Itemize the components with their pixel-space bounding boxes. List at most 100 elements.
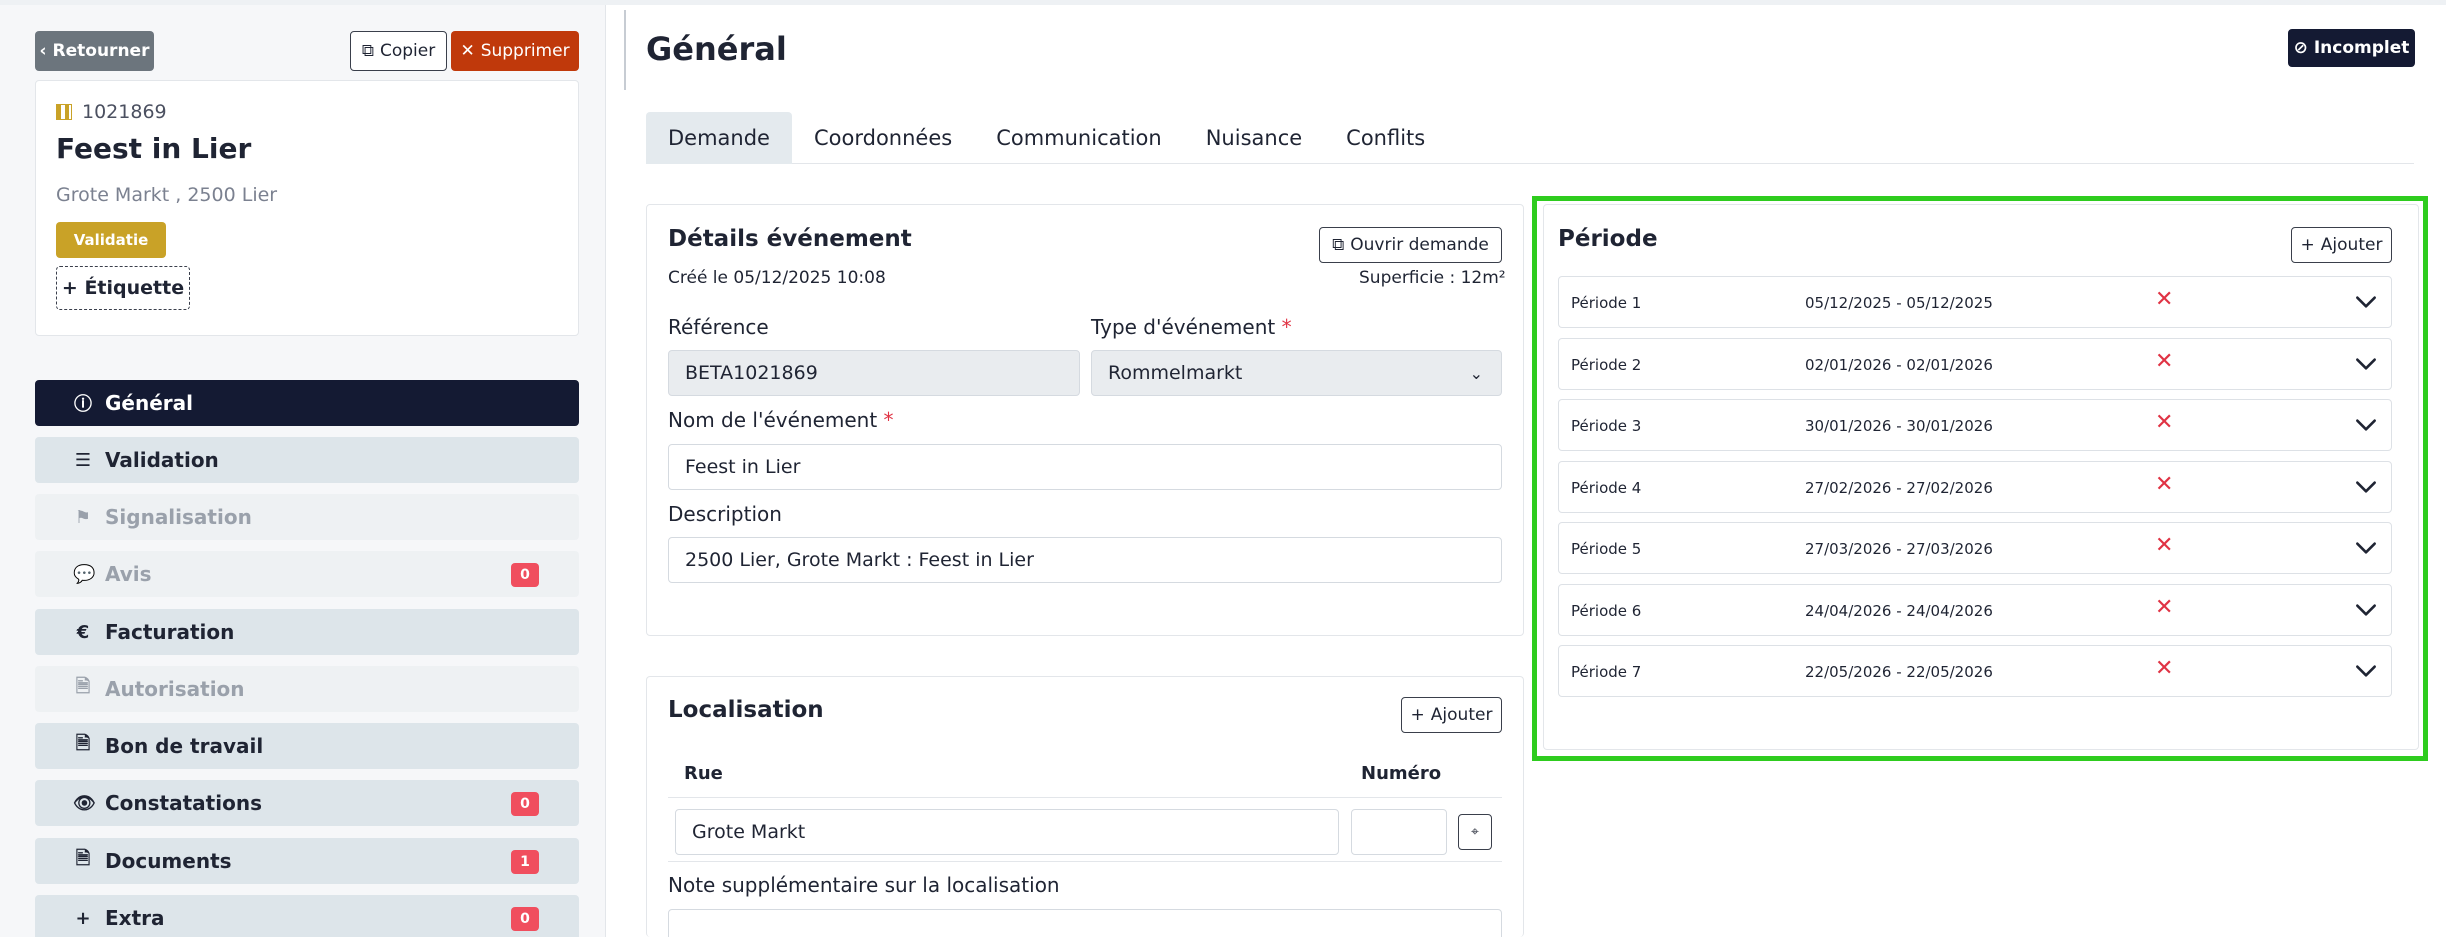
chevron-down-icon[interactable] [2353, 351, 2379, 377]
period-dates: 27/02/2026 - 27/02/2026 [1805, 479, 1993, 497]
tab-conflits[interactable]: Conflits [1324, 112, 1447, 164]
period-row[interactable]: Période 2 02/01/2026 - 02/01/2026 ✕ [1558, 338, 2392, 390]
nav-item-3[interactable]: 💬 Avis 0 [35, 551, 579, 597]
delete-icon[interactable]: ✕ [2155, 533, 2173, 558]
copy-button[interactable]: ⧉ Copier [350, 31, 447, 71]
nav-item-4[interactable]: € Facturation [35, 609, 579, 655]
period-row[interactable]: Période 6 24/04/2026 - 24/04/2026 ✕ [1558, 584, 2392, 636]
chevron-down-icon[interactable] [2353, 289, 2379, 315]
period-name: Période 6 [1571, 602, 1642, 620]
event-type-select[interactable]: Rommelmarkt ⌄ [1091, 350, 1502, 396]
delete-button[interactable]: ✕ Supprimer [451, 31, 579, 71]
period-row[interactable]: Période 7 22/05/2026 - 22/05/2026 ✕ [1558, 645, 2392, 697]
location-note-field[interactable] [668, 909, 1502, 937]
required-mark: * [1281, 315, 1292, 339]
event-address: Grote Markt , 2500 Lier [56, 184, 278, 206]
nav-item-6[interactable]: 🗎 Bon de travail [35, 723, 579, 769]
period-dates: 05/12/2025 - 05/12/2025 [1805, 294, 1993, 312]
nav-item-9[interactable]: + Extra 0 [35, 895, 579, 937]
nav-item-7[interactable]: 👁 Constatations 0 [35, 780, 579, 826]
info-icon: ⓘ [74, 394, 92, 415]
reference-field: BETA1021869 [668, 350, 1080, 396]
nav-item-label: Autorisation [105, 677, 245, 701]
chevron-down-icon[interactable] [2353, 658, 2379, 684]
period-row[interactable]: Période 1 05/12/2025 - 05/12/2025 ✕ [1558, 276, 2392, 328]
period-name: Période 1 [1571, 294, 1642, 312]
locate-icon[interactable]: ⌖ [1458, 814, 1492, 850]
created-date: Créé le 05/12/2025 10:08 [668, 268, 886, 288]
delete-icon[interactable]: ✕ [2155, 595, 2173, 620]
period-name: Période 4 [1571, 479, 1642, 497]
table-divider [668, 797, 1502, 798]
add-period-button[interactable]: + Ajouter [2291, 227, 2392, 263]
header-divider [624, 10, 626, 90]
chevron-down-icon[interactable] [2353, 597, 2379, 623]
status-indicator-label: Incomplet [2313, 38, 2410, 58]
nav-item-2[interactable]: ⚑ Signalisation [35, 494, 579, 540]
nav-item-label: Avis [105, 562, 152, 586]
period-row[interactable]: Période 4 27/02/2026 - 27/02/2026 ✕ [1558, 461, 2392, 513]
plus-icon: + [1410, 705, 1425, 725]
event-summary-card: 1021869 Feest in Lier Grote Markt , 2500… [35, 80, 579, 336]
period-title: Période [1558, 226, 1658, 252]
chevron-down-icon[interactable] [2353, 474, 2379, 500]
delete-icon[interactable]: ✕ [2155, 472, 2173, 497]
tab-communication[interactable]: Communication [974, 112, 1184, 164]
delete-icon[interactable]: ✕ [2155, 656, 2173, 681]
nav-item-label: Extra [105, 906, 165, 930]
location-note-label: Note supplémentaire sur la localisation [668, 873, 1060, 897]
delete-icon[interactable]: ✕ [2155, 287, 2173, 312]
period-name: Période 7 [1571, 663, 1642, 681]
document-icon: 🗎 [75, 848, 91, 869]
reference-label: Référence [668, 315, 769, 339]
signpost-icon: ⚑ [74, 506, 92, 528]
area-text: Superficie : 12m² [1359, 268, 1506, 288]
chevron-down-icon[interactable] [2353, 535, 2379, 561]
open-request-button[interactable]: ⧉ Ouvrir demande [1319, 227, 1502, 263]
tab-nuisance[interactable]: Nuisance [1184, 112, 1324, 164]
nav-item-5[interactable]: 🗎 Autorisation [35, 666, 579, 712]
event-name-label-text: Nom de l'événement [668, 408, 878, 432]
tab-demande[interactable]: Demande [646, 112, 792, 164]
tab-coordonnees[interactable]: Coordonnées [792, 112, 974, 164]
back-button[interactable]: ‹ Retourner [35, 31, 154, 71]
file-check-icon: 🗎 [75, 676, 91, 697]
chevron-left-icon: ‹ [39, 41, 47, 61]
delete-icon[interactable]: ✕ [2155, 410, 2173, 435]
event-type-label: Type d'événement * [1091, 315, 1292, 339]
eye-icon: 👁 [73, 792, 96, 814]
nav-item-label: Bon de travail [105, 734, 264, 758]
period-dates: 27/03/2026 - 27/03/2026 [1805, 540, 1993, 558]
ban-icon: ⊘ [2293, 38, 2308, 58]
delete-icon[interactable]: ✕ [2155, 349, 2173, 374]
required-mark: * [883, 408, 894, 432]
nav-item-label: Général [105, 391, 193, 415]
description-field[interactable]: 2500 Lier, Grote Markt : Feest in Lier [668, 537, 1502, 583]
nav-item-8[interactable]: 🗎 Documents 1 [35, 838, 579, 884]
period-row[interactable]: Période 3 30/01/2026 - 30/01/2026 ✕ [1558, 399, 2392, 451]
page-title: Général [646, 30, 787, 68]
street-column-header: Rue [684, 763, 723, 784]
details-title: Détails événement [668, 226, 912, 252]
flag-icon [56, 104, 72, 120]
status-indicator: ⊘ Incomplet [2288, 29, 2415, 67]
count-badge: 0 [511, 563, 539, 587]
delete-button-label: Supprimer [480, 41, 570, 61]
nav-item-1[interactable]: ☰ Validation [35, 437, 579, 483]
period-row[interactable]: Période 5 27/03/2026 - 27/03/2026 ✕ [1558, 522, 2392, 574]
nav-item-label: Facturation [105, 620, 235, 644]
localisation-title: Localisation [668, 697, 824, 723]
event-name-field[interactable]: Feest in Lier [668, 444, 1502, 490]
count-badge: 0 [511, 792, 539, 816]
comment-icon: 💬 [73, 563, 96, 585]
add-location-button[interactable]: + Ajouter [1401, 697, 1502, 733]
number-field[interactable] [1351, 809, 1447, 855]
chevron-down-icon[interactable] [2353, 412, 2379, 438]
add-tag-button[interactable]: + Étiquette [56, 266, 190, 310]
nav-item-0[interactable]: ⓘ Général [35, 380, 579, 426]
nav-item-label: Signalisation [105, 505, 252, 529]
period-dates: 22/05/2026 - 22/05/2026 [1805, 663, 1993, 681]
period-name: Période 3 [1571, 417, 1642, 435]
street-field[interactable]: Grote Markt [675, 809, 1339, 855]
period-name: Période 5 [1571, 540, 1642, 558]
